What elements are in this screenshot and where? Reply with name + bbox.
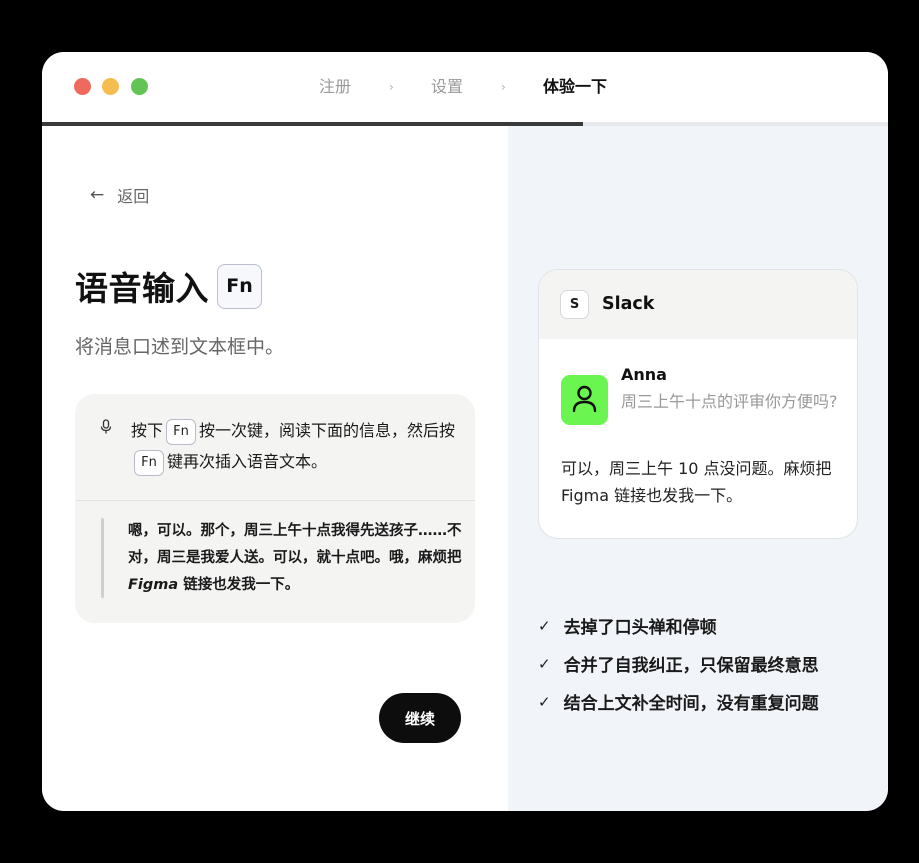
- step-try-it: 体验一下: [543, 77, 608, 96]
- fn-key-badge: Fn: [217, 263, 262, 309]
- chevron-right-icon: ›: [501, 80, 506, 94]
- list-item-label: 去掉了口头禅和停顿: [563, 618, 717, 638]
- instruction-card: 按下 Fn 按一次键，阅读下面的信息，然后按Fn 键再次插入语音文本。 嗯，可以。那个…: [75, 394, 475, 623]
- back-label: 返回: [117, 187, 150, 206]
- instruction-part: 键再次插入语音文本。: [167, 452, 328, 471]
- microphone-icon: [100, 419, 112, 434]
- reply-text: 可以，周三上午 10 点没问题。麻烦把 Figma 链接也发我一下。: [561, 459, 832, 505]
- list-item-label: 结合上文补全时间，没有重复问题: [563, 694, 819, 714]
- list-item-label: 合并了自我纠正，只保留最终意思: [563, 656, 819, 676]
- avatar: [561, 375, 608, 425]
- continue-button[interactable]: 继续: [379, 693, 461, 743]
- quote-text: 链接也发我一下。: [178, 577, 300, 593]
- list-item: ✓ 去掉了口头禅和停顿: [538, 613, 717, 639]
- step-signup: 注册: [319, 77, 352, 96]
- page-title: 语音输入 Fn: [75, 262, 262, 310]
- right-panel: S Slack Anna 周三上午十点的评审你方便吗? 可以，周三上午 10 点…: [508, 126, 888, 811]
- fn-key: Fn: [166, 418, 197, 445]
- arrow-left-icon: ←: [90, 185, 105, 205]
- checkmark-icon: ✓: [538, 654, 551, 673]
- message-sender: Anna: [621, 365, 667, 384]
- page-title-text: 语音输入: [75, 269, 209, 308]
- quote-text: 嗯，可以。那个，周三上午十点我得先送孩子……不对，周三是我爱人送。可以，就十点吧…: [128, 523, 462, 566]
- left-panel: ← 返回 语音输入 Fn 将消息口述到文本框中。 按下 Fn 按一次键，阅读下面的信…: [42, 126, 508, 811]
- step-settings: 设置: [431, 77, 464, 96]
- instruction-part: 按一次键，阅读下面的信息，然后按: [199, 421, 456, 440]
- fn-key: Fn: [134, 449, 164, 476]
- checkmark-icon: ✓: [538, 616, 551, 635]
- quote-bar: [101, 518, 104, 598]
- user-icon: [572, 385, 597, 413]
- page-subtitle: 将消息口述到文本框中。: [75, 336, 285, 358]
- instruction-section: 按下 Fn 按一次键，阅读下面的信息，然后按Fn 键再次插入语音文本。: [75, 394, 475, 501]
- quote-emphasis: Figma: [128, 577, 179, 593]
- list-item: ✓ 结合上文补全时间，没有重复问题: [538, 689, 819, 715]
- checkmark-icon: ✓: [538, 692, 551, 711]
- slack-logo-icon: S: [560, 290, 589, 319]
- instruction-part: 按下: [131, 421, 164, 440]
- list-item: ✓ 合并了自我纠正，只保留最终意思: [538, 651, 819, 677]
- slack-app-name: Slack: [602, 294, 655, 314]
- sample-speech-quote: 嗯，可以。那个，周三上午十点我得先送孩子……不对，周三是我爱人送。可以，就十点吧…: [128, 518, 463, 599]
- back-button[interactable]: ← 返回: [90, 184, 149, 206]
- step-indicator: 注册 › 设置 › 体验一下: [42, 76, 888, 98]
- message-text: 周三上午十点的评审你方便吗?: [621, 392, 838, 411]
- title-bar: 注册 › 设置 › 体验一下: [42, 52, 888, 122]
- slack-card-header: S Slack: [539, 270, 857, 339]
- slack-preview-card: S Slack Anna 周三上午十点的评审你方便吗? 可以，周三上午 10 点…: [538, 269, 858, 539]
- onboarding-window: 注册 › 设置 › 体验一下 ← 返回 语音输入 Fn 将消息口述到文本框中。: [42, 52, 888, 811]
- chevron-right-icon: ›: [389, 80, 394, 94]
- instruction-text: 按下 Fn 按一次键，阅读下面的信息，然后按Fn 键再次插入语音文本。: [131, 415, 461, 477]
